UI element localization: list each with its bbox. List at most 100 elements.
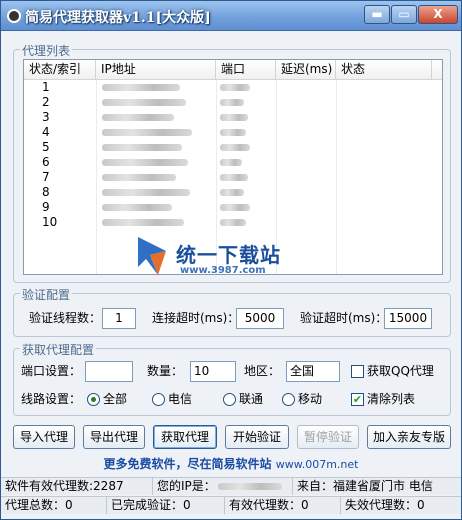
- threads-label: 验证线程数：: [29, 311, 102, 325]
- title-bar[interactable]: 简易代理获取器v1.1[大众版] ▬ ▭ X: [1, 1, 461, 31]
- line-radio-mobile-label[interactable]: 移动: [298, 389, 322, 409]
- row-index: 3: [42, 110, 50, 124]
- table-row[interactable]: 9: [24, 200, 442, 215]
- row-index: 8: [42, 185, 50, 199]
- status-your-ip-label: 您的IP是：: [157, 479, 216, 493]
- start-verify-button[interactable]: 开始验证: [225, 425, 289, 449]
- count-label: 数量：: [147, 364, 184, 378]
- row-port-redacted: [220, 185, 244, 200]
- qq-proxy-label[interactable]: 获取QQ代理: [367, 361, 434, 381]
- export-proxy-button[interactable]: 导出代理: [83, 425, 145, 449]
- row-index: 4: [42, 125, 50, 139]
- status-bar-top: 软件有效代理数:2287 您的IP是： 来自：福建省厦门市 电信: [1, 477, 461, 495]
- import-proxy-button[interactable]: 导入代理: [13, 425, 75, 449]
- app-icon: [7, 9, 21, 23]
- watermark: 统一下载站 www.3987.com: [136, 233, 316, 283]
- promo-text[interactable]: 更多免费软件，尽在简易软件站: [104, 457, 272, 471]
- status-total: 代理总数：0: [1, 497, 107, 514]
- table-row[interactable]: 4: [24, 125, 442, 140]
- region-label: 地区：: [244, 364, 281, 378]
- table-row[interactable]: 7: [24, 170, 442, 185]
- watermark-url: www.3987.com: [180, 265, 266, 276]
- line-radio-telecom-label[interactable]: 电信: [168, 389, 192, 409]
- conn-timeout-input[interactable]: 5000: [236, 308, 284, 329]
- row-port-redacted: [220, 215, 246, 230]
- table-row[interactable]: 5: [24, 140, 442, 155]
- port-input[interactable]: [85, 361, 133, 382]
- close-button[interactable]: X: [418, 5, 458, 24]
- row-ip-redacted: [102, 125, 192, 140]
- status-from: 来自：福建省厦门市 电信: [297, 479, 433, 493]
- watermark-logo-icon: [138, 237, 166, 275]
- column-header-ip[interactable]: IP地址: [96, 60, 216, 80]
- table-row[interactable]: 6: [24, 155, 442, 170]
- line-radio-unicom-label[interactable]: 联通: [239, 389, 263, 409]
- table-row[interactable]: 3: [24, 110, 442, 125]
- row-port-redacted: [220, 95, 244, 110]
- line-label: 线路设置：: [21, 392, 82, 406]
- table-row[interactable]: 8: [24, 185, 442, 200]
- row-ip-redacted: [102, 80, 180, 95]
- count-input[interactable]: 10: [190, 361, 236, 382]
- column-header-delay[interactable]: 延迟(ms): [276, 60, 336, 80]
- status-your-ip: 您的IP是：: [153, 478, 293, 495]
- row-port-redacted: [220, 110, 248, 125]
- table-row[interactable]: 10: [24, 215, 442, 230]
- row-index: 5: [42, 140, 50, 154]
- line-radio-all[interactable]: [87, 393, 100, 406]
- port-label: 端口设置：: [21, 364, 82, 378]
- verify-timeout-label: 验证超时(ms)：: [300, 311, 388, 325]
- row-port-redacted: [220, 125, 246, 140]
- proxy-list-group-title: 代理列表: [20, 42, 73, 59]
- row-port-redacted: [220, 140, 250, 155]
- row-ip-redacted: [102, 95, 186, 110]
- row-index: 9: [42, 200, 50, 214]
- row-index: 10: [42, 215, 58, 229]
- pause-verify-button[interactable]: 暂停验证: [297, 425, 359, 449]
- promo-line[interactable]: 更多免费软件，尽在简易软件站 www.007m.net: [1, 455, 461, 472]
- row-port-redacted: [220, 200, 250, 215]
- status-ip-redacted: [217, 483, 282, 490]
- status-valid-count: 软件有效代理数:2287: [1, 478, 153, 495]
- list-body: 1 2 3 4 5 6 7 8 9 10: [24, 80, 442, 230]
- row-port-redacted: [220, 80, 250, 95]
- column-header-index[interactable]: 状态/索引: [24, 60, 96, 80]
- conn-timeout-label: 连接超时(ms)：: [152, 311, 240, 325]
- fetch-proxy-button[interactable]: 获取代理: [153, 425, 217, 449]
- row-index: 7: [42, 170, 50, 184]
- window-title: 简易代理获取器v1.1[大众版]: [25, 10, 211, 26]
- row-index: 1: [42, 80, 50, 94]
- add-friend-button[interactable]: 加入亲友专版: [367, 425, 451, 449]
- qq-proxy-checkbox[interactable]: [351, 365, 364, 378]
- row-index: 6: [42, 155, 50, 169]
- table-row[interactable]: 2: [24, 95, 442, 110]
- maximize-button[interactable]: ▭: [391, 5, 417, 24]
- row-ip-redacted: [102, 170, 176, 185]
- column-header-status[interactable]: 状态: [336, 60, 432, 80]
- line-radio-all-label[interactable]: 全部: [103, 389, 127, 409]
- row-ip-redacted: [102, 110, 174, 125]
- line-radio-mobile[interactable]: [282, 393, 295, 406]
- row-ip-redacted: [102, 185, 190, 200]
- watermark-title: 统一下载站: [176, 243, 281, 267]
- row-ip-redacted: [102, 215, 184, 230]
- clear-list-label[interactable]: 清除列表: [367, 389, 415, 409]
- row-index: 2: [42, 95, 50, 109]
- fetch-config-group-title: 获取代理配置: [20, 341, 97, 358]
- status-invalid: 失效代理数：0: [345, 498, 425, 512]
- minimize-button[interactable]: ▬: [364, 5, 390, 24]
- row-ip-redacted: [102, 200, 172, 215]
- clear-list-checkbox[interactable]: ✔: [351, 393, 364, 406]
- column-header-port[interactable]: 端口: [216, 60, 276, 80]
- table-row[interactable]: 1: [24, 80, 442, 95]
- promo-url[interactable]: www.007m.net: [276, 458, 359, 471]
- verify-timeout-input[interactable]: 15000: [384, 308, 432, 329]
- list-header: 状态/索引 IP地址 端口 延迟(ms) 状态: [24, 60, 442, 80]
- line-radio-telecom[interactable]: [152, 393, 165, 406]
- region-input[interactable]: 全国: [286, 361, 340, 382]
- row-ip-redacted: [102, 155, 188, 170]
- row-port-redacted: [220, 170, 248, 185]
- line-radio-unicom[interactable]: [223, 393, 236, 406]
- threads-input[interactable]: 1: [102, 308, 136, 329]
- status-bar-bottom: 代理总数：0 已完成验证：0 有效代理数：0 失效代理数：0: [1, 496, 461, 514]
